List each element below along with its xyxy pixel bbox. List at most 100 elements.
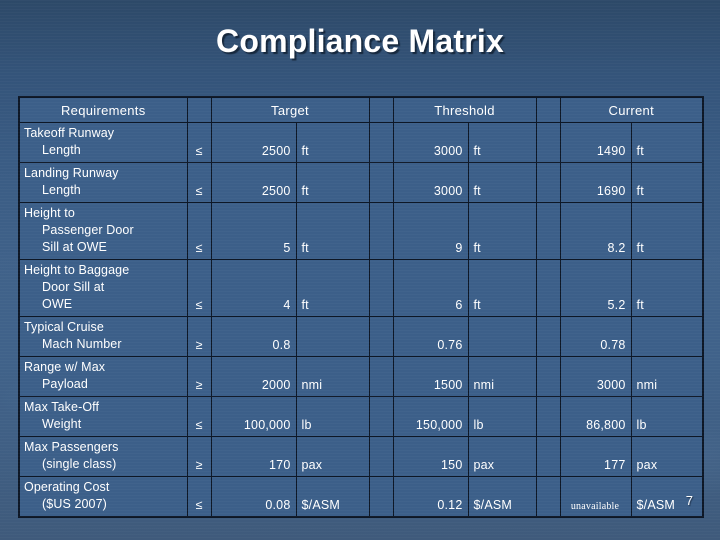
table-row: Operating Cost ($US 2007) ≤0.08 $/ASM 0.12 $/…: [18, 476, 704, 518]
requirement-line: (single class): [42, 457, 117, 471]
column-header-spacer: [186, 96, 212, 123]
current-value: 1490: [559, 122, 632, 163]
table-row: Takeoff Runway Length ≤2500 ft 3000 ft 1490 ft: [18, 122, 704, 163]
column-header-target: Target: [210, 96, 370, 123]
target-value: 2500: [210, 122, 297, 163]
threshold-unit: ft: [467, 162, 537, 203]
compliance-matrix-table: Requirements Target Threshold Current Ta…: [18, 96, 705, 518]
requirement-line: Takeoff Runway: [24, 126, 115, 140]
operator-spacer-2: [535, 396, 561, 437]
threshold-unit: $/ASM: [467, 476, 537, 518]
threshold-unit: lb: [467, 396, 537, 437]
current-value: 5.2: [559, 259, 632, 317]
threshold-value: 0.76: [392, 316, 469, 357]
operator-spacer-2: [535, 122, 561, 163]
target-unit: [295, 316, 370, 357]
comparison-operator: ≤: [186, 476, 212, 518]
requirement-label: Height to Baggage Door Sill at OWE: [18, 259, 188, 317]
requirement-label: Landing Runway Length: [18, 162, 188, 203]
target-unit: lb: [295, 396, 370, 437]
column-header-spacer-3: [535, 96, 561, 123]
operator-spacer-2: [535, 202, 561, 260]
requirement-line: Landing Runway: [24, 166, 119, 180]
comparison-operator: ≤: [186, 396, 212, 437]
table-row: Typical Cruise Mach Number ≥0.8 0.76 0.78: [18, 316, 704, 357]
threshold-value: 6: [392, 259, 469, 317]
target-value: 2000: [210, 356, 297, 397]
requirement-line: Range w/ Max: [24, 360, 106, 374]
comparison-operator: ≤: [186, 259, 212, 317]
threshold-value: 3000: [392, 122, 469, 163]
target-value: 4: [210, 259, 297, 317]
target-value: 100,000: [210, 396, 297, 437]
current-unit: pax: [630, 436, 704, 477]
current-value: 86,800: [559, 396, 632, 437]
current-value: 8.2: [559, 202, 632, 260]
target-unit: ft: [295, 122, 370, 163]
threshold-unit: ft: [467, 122, 537, 163]
operator-spacer: [368, 436, 394, 477]
threshold-value: 150: [392, 436, 469, 477]
threshold-value: 9: [392, 202, 469, 260]
target-value: 0.8: [210, 316, 297, 357]
slide: Compliance Matrix Requirements Target Th…: [0, 0, 720, 540]
current-value: 0.78: [559, 316, 632, 357]
requirement-label: Range w/ Max Payload: [18, 356, 188, 397]
comparison-operator: ≤: [186, 202, 212, 260]
comparison-operator: ≤: [186, 122, 212, 163]
threshold-unit: ft: [467, 259, 537, 317]
table-row: Landing Runway Length ≤2500 ft 3000 ft 1690 ft: [18, 162, 704, 203]
requirement-label: Operating Cost ($US 2007): [18, 476, 188, 518]
operator-spacer: [368, 202, 394, 260]
operator-spacer: [368, 122, 394, 163]
operator-spacer: [368, 356, 394, 397]
current-value: 1690: [559, 162, 632, 203]
threshold-unit: nmi: [467, 356, 537, 397]
table-row: Max Passengers (single class) ≥170 pax 150 pa…: [18, 436, 704, 477]
target-unit: ft: [295, 202, 370, 260]
target-value: 0.08: [210, 476, 297, 518]
comparison-operator: ≤: [186, 162, 212, 203]
comparison-operator: ≥: [186, 316, 212, 357]
table-row: Height to Passenger Door Sill at OWE ≤5 ft 9 f…: [18, 202, 704, 260]
operator-spacer: [368, 316, 394, 357]
requirement-line: ($US 2007): [42, 497, 107, 511]
target-value: 5: [210, 202, 297, 260]
operator-spacer: [368, 476, 394, 518]
operator-spacer-2: [535, 316, 561, 357]
target-unit: nmi: [295, 356, 370, 397]
requirement-line: Payload: [42, 377, 88, 391]
target-unit: pax: [295, 436, 370, 477]
requirement-label: Typical Cruise Mach Number: [18, 316, 188, 357]
current-unit: lb: [630, 396, 704, 437]
requirement-line: Mach Number: [42, 337, 122, 351]
threshold-value: 0.12: [392, 476, 469, 518]
current-unit: [630, 316, 704, 357]
current-unit: ft: [630, 259, 704, 317]
current-value: 3000: [559, 356, 632, 397]
operator-spacer-2: [535, 476, 561, 518]
requirement-label: Takeoff Runway Length: [18, 122, 188, 163]
requirement-label: Height to Passenger Door Sill at OWE: [18, 202, 188, 260]
requirement-line: Length: [42, 183, 81, 197]
current-value: 177: [559, 436, 632, 477]
requirement-line: Height to: [24, 206, 75, 220]
column-header-current: Current: [559, 96, 704, 123]
threshold-unit: [467, 316, 537, 357]
current-unit: $/ASM: [630, 476, 704, 518]
column-header-spacer-2: [368, 96, 394, 123]
operator-spacer: [368, 162, 394, 203]
target-unit: $/ASM: [295, 476, 370, 518]
operator-spacer: [368, 259, 394, 317]
requirement-line: Sill at OWE: [42, 240, 107, 254]
threshold-value: 1500: [392, 356, 469, 397]
table-body: Takeoff Runway Length ≤2500 ft 3000 ft 1490 ft L…: [18, 122, 704, 518]
table-row: Height to Baggage Door Sill at OWE ≤4 ft 6 ft 5…: [18, 259, 704, 317]
requirement-line: Height to Baggage: [24, 263, 130, 277]
column-header-requirements: Requirements: [18, 96, 188, 123]
requirement-line: Operating Cost: [24, 480, 110, 494]
requirement-line: Door Sill at: [42, 280, 105, 294]
operator-spacer-2: [535, 356, 561, 397]
comparison-operator: ≥: [186, 356, 212, 397]
table-header-row: Requirements Target Threshold Current: [18, 96, 704, 123]
